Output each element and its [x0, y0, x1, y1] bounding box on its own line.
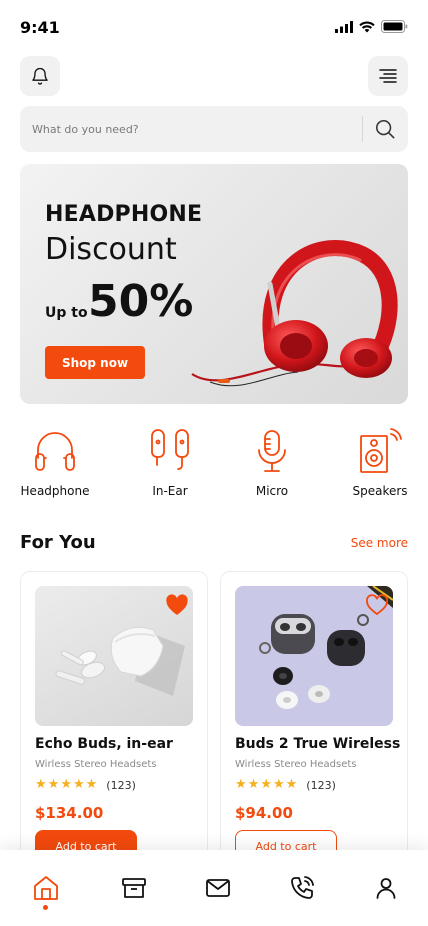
search-icon[interactable] — [374, 118, 396, 140]
menu-lines-icon — [379, 69, 397, 83]
notifications-button[interactable] — [20, 56, 60, 96]
tab-profile[interactable] — [370, 872, 402, 904]
product-subtitle: Wirless Stereo Headsets — [35, 759, 157, 770]
favorite-heart-outline-icon[interactable] — [365, 594, 389, 616]
section-title: For You — [20, 532, 96, 553]
star-icon: ★ — [235, 777, 247, 792]
tab-contact[interactable] — [286, 872, 318, 904]
star-icon: ★ — [260, 777, 272, 792]
tab-messages[interactable] — [202, 872, 234, 904]
star-icon: ★ — [47, 777, 60, 792]
bell-icon — [32, 67, 48, 85]
user-icon — [376, 878, 396, 899]
product-name: Echo Buds, in-ear — [35, 736, 173, 752]
review-count: (123) — [306, 778, 336, 792]
headphone-icon — [35, 432, 75, 471]
banner-title: HEADPHONE — [45, 202, 203, 227]
product-rating: ★ ★ ★ ★ ★ (123) — [235, 777, 336, 793]
menu-button[interactable] — [368, 56, 408, 96]
in-ear-icon — [151, 429, 189, 470]
category-headphone[interactable]: Headphone — [10, 428, 100, 498]
product-rating: ★ ★ ★ ★ ★ (123) — [35, 777, 136, 793]
see-more-link[interactable]: See more — [351, 536, 408, 550]
banner-percent: 50% — [88, 276, 194, 327]
banner-prefix: Up to — [45, 305, 88, 321]
review-count: (123) — [106, 778, 136, 792]
category-label: In-Ear — [152, 484, 188, 498]
category-micro[interactable]: Micro — [227, 428, 317, 498]
archive-box-icon — [122, 878, 146, 898]
shop-now-button[interactable]: Shop now — [45, 346, 145, 379]
product-card[interactable]: Buds 2 True Wireless Wirless Stereo Head… — [220, 571, 408, 871]
speaker-icon — [360, 428, 402, 473]
star-icon: ★ — [72, 777, 85, 792]
phone-call-icon — [291, 876, 314, 899]
star-icon: ★ — [272, 777, 285, 792]
search-divider — [362, 116, 363, 142]
product-price: $134.00 — [35, 804, 104, 822]
product-subtitle: Wirless Stereo Headsets — [235, 759, 357, 770]
banner-subtitle: Discount — [45, 232, 177, 267]
mail-icon — [206, 879, 230, 897]
product-name: Buds 2 True Wireless — [235, 736, 401, 752]
for-you-header: For You See more — [20, 532, 408, 556]
status-time: 9:41 — [20, 18, 60, 37]
battery-icon — [381, 20, 408, 33]
cellular-signal-icon — [335, 20, 353, 33]
tab-orders[interactable] — [118, 872, 150, 904]
tab-home[interactable] — [30, 872, 62, 904]
status-bar: 9:41 — [0, 0, 428, 56]
star-icon: ★ — [35, 777, 47, 792]
search-bar — [20, 106, 408, 152]
product-price: $94.00 — [235, 804, 293, 822]
product-card[interactable]: Echo Buds, in-ear Wirless Stereo Headset… — [20, 571, 208, 871]
promo-banner: HEADPHONE Discount Up to 50% Shop now — [20, 164, 408, 404]
category-label: Micro — [255, 484, 289, 498]
red-headphone-image — [191, 240, 398, 387]
home-icon — [34, 876, 58, 900]
category-speakers[interactable]: Speakers — [335, 428, 425, 498]
microphone-icon — [258, 430, 286, 472]
status-icons — [335, 20, 408, 33]
category-label: Headphone — [20, 484, 90, 498]
star-icon: ★ — [60, 777, 72, 792]
star-icon: ★ — [247, 777, 260, 792]
favorite-heart-icon[interactable] — [165, 594, 189, 616]
active-tab-indicator — [43, 905, 48, 910]
bottom-tab-bar — [0, 850, 428, 926]
category-row: Headphone In-Ear Micro Speakers — [0, 428, 428, 508]
star-icon: ★ — [285, 777, 298, 792]
category-in-ear[interactable]: In-Ear — [125, 428, 215, 498]
star-icon: ★ — [85, 777, 98, 792]
wifi-icon — [359, 20, 375, 32]
search-input[interactable] — [32, 122, 352, 136]
category-label: Speakers — [352, 484, 408, 498]
